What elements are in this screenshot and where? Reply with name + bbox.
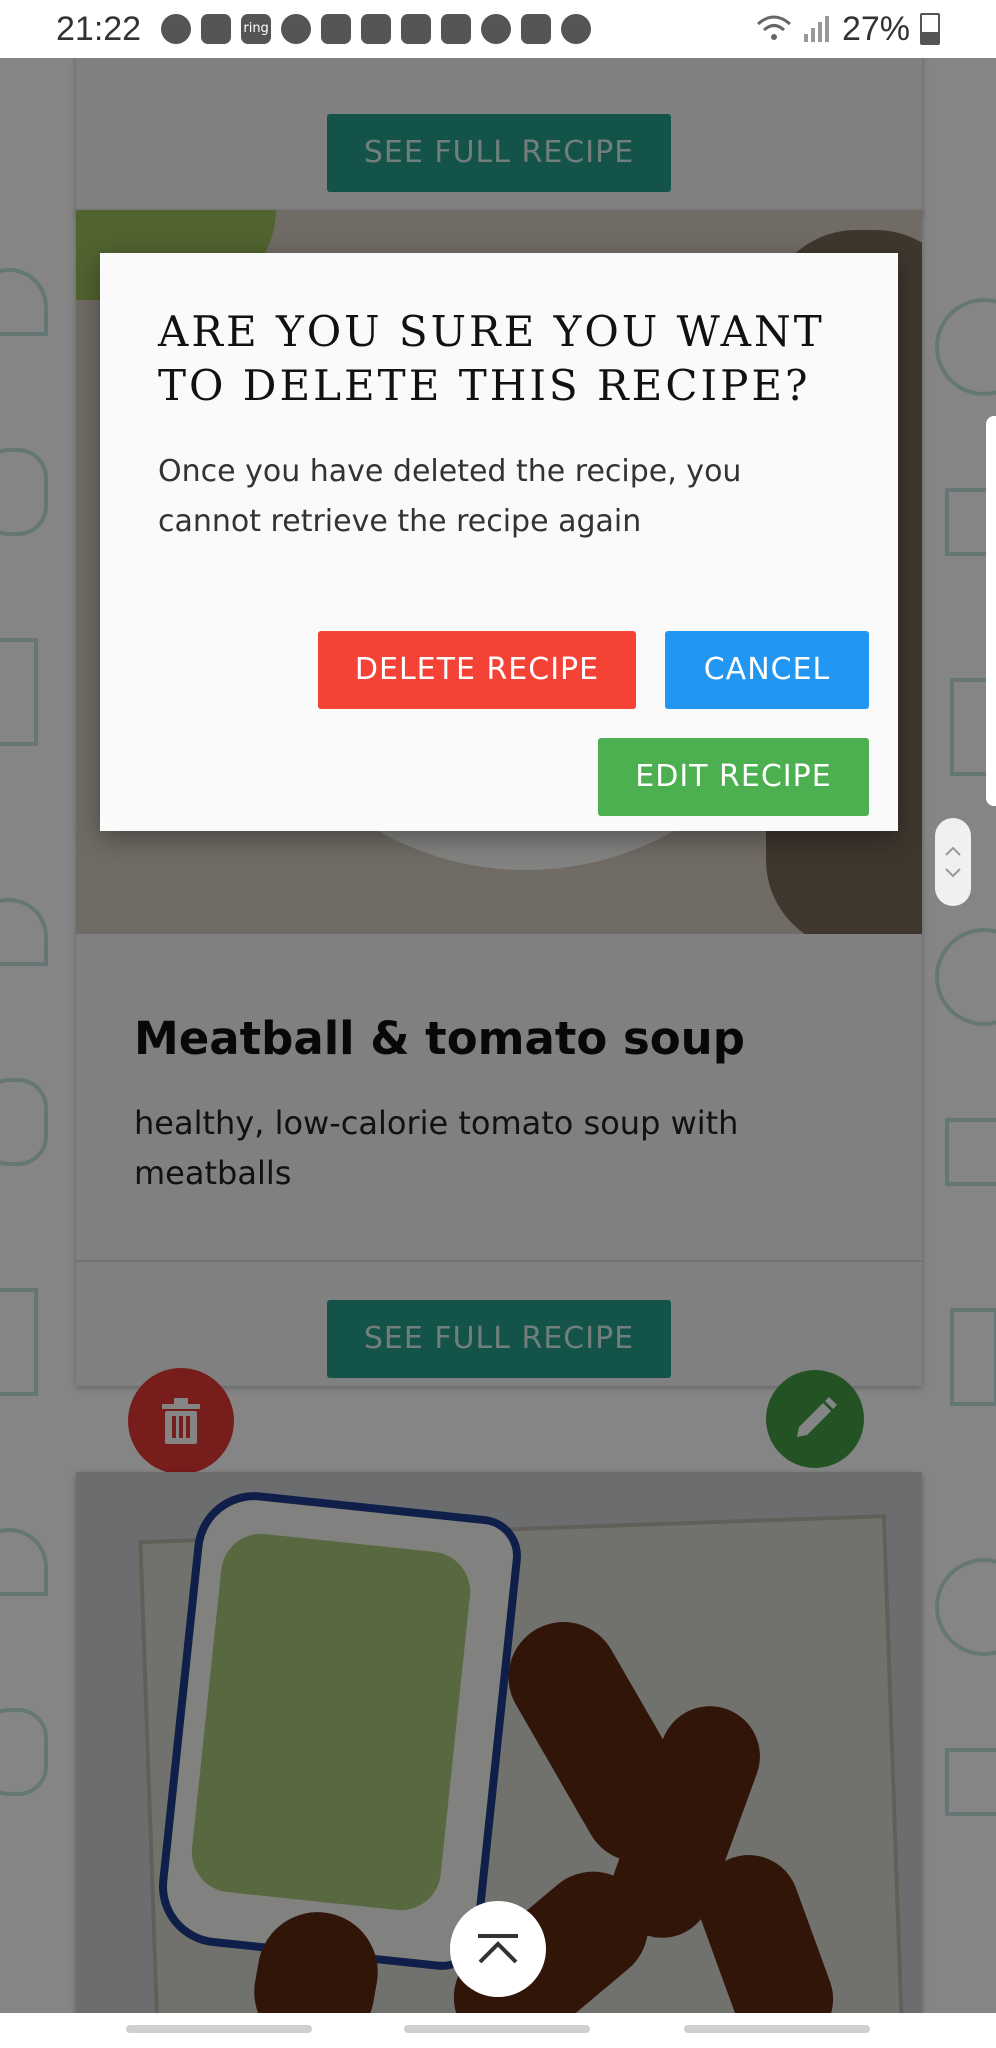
ring-icon: ring [241,14,272,44]
edit-recipe-button[interactable]: EDIT RECIPE [598,738,869,816]
delete-confirmation-modal: ARE YOU SURE YOU WANT TO DELETE THIS REC… [100,253,898,831]
shield-icon [201,14,232,44]
wifi-icon [756,15,791,40]
chevron-up-icon [478,1934,518,1964]
signal-icon [803,16,829,42]
battery-icon [920,13,940,45]
clock: 21:22 [56,9,142,48]
nav-pill-left[interactable] [126,2025,312,2033]
modal-title: ARE YOU SURE YOU WANT TO DELETE THIS REC… [158,307,825,410]
chevron-up-icon [945,846,961,856]
nav-pill-right[interactable] [684,2025,870,2033]
chevron-down-icon [945,868,961,878]
delete-recipe-button[interactable]: DELETE RECIPE [318,631,636,709]
chrome-icon [281,14,312,44]
scroll-to-top-button[interactable] [450,1901,546,1997]
status-bar: 21:22 ring 27% [0,0,996,58]
nav-pill-center[interactable] [404,2025,590,2033]
gesture-nav-bar [0,2013,996,2048]
edge-panel-handle[interactable] [986,416,996,806]
instagram-icon [441,14,472,44]
cloud-icon [561,14,592,44]
mail-icon [361,14,392,44]
cancel-button[interactable]: CANCEL [665,631,869,709]
soccer-icon [481,14,512,44]
fast-scroll-handle[interactable] [935,818,971,906]
gmail-icon [401,14,432,44]
facebook-icon [161,14,192,44]
modal-body-text: Once you have deleted the recipe, you ca… [158,454,742,539]
gallery-icon [521,14,552,44]
twitch-icon [321,14,352,44]
battery-percentage: 27% [841,9,910,48]
ring-label: ring [243,21,269,36]
